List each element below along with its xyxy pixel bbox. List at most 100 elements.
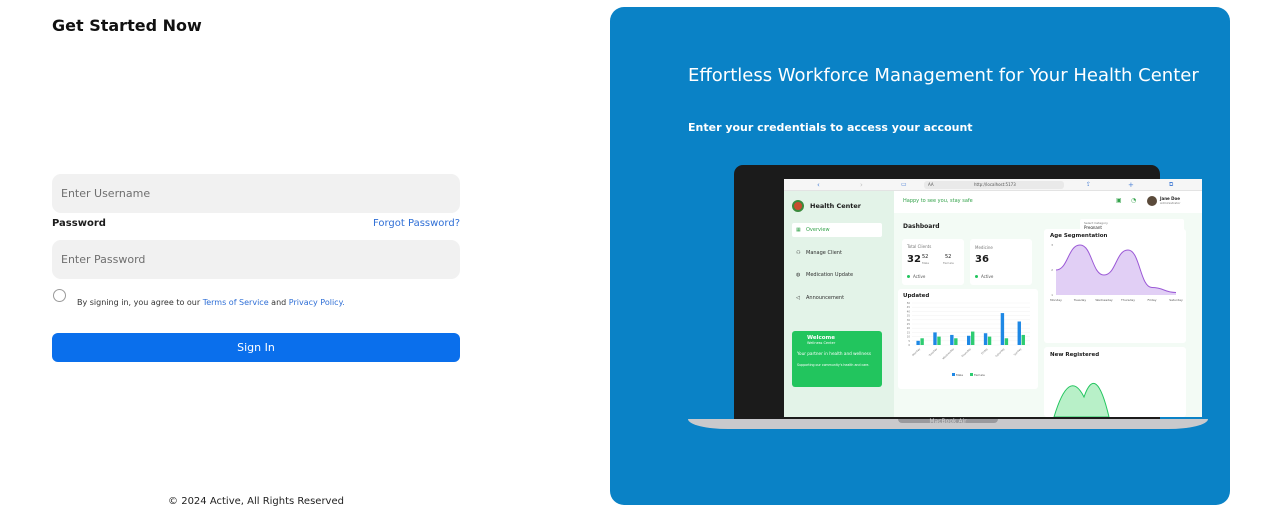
bar-female <box>971 331 975 345</box>
new-registered-chart <box>1053 383 1110 417</box>
bar-male <box>983 333 988 345</box>
x-tick-label: Wednesday <box>1095 298 1113 302</box>
nav-item-announcement: ◁ Announcement <box>792 291 882 305</box>
x-tick-label: Saturday <box>1169 298 1183 302</box>
nav-label: Overview <box>806 227 830 233</box>
bar-female <box>987 336 992 345</box>
bar-female <box>937 336 941 345</box>
bar-male <box>950 334 954 345</box>
x-tick-label: Tuesday <box>1073 298 1086 302</box>
y-tick-label: 2 <box>1051 268 1053 272</box>
age-segmentation-chart: 1 2 3 Monday Tuesday Wednesday Thursday Friday S… <box>1050 243 1183 302</box>
x-tick-label: Thursday <box>1120 298 1135 302</box>
sign-in-button[interactable]: Sign In <box>52 333 460 362</box>
total-clients-card: Total Clients 32 52 Male 52 Female Activ… <box>902 239 964 285</box>
user-role: Administrator <box>1160 201 1181 205</box>
welcome-subtitle: Wellness Center <box>807 341 836 345</box>
x-tick-label: Sunday <box>1013 347 1023 357</box>
y-tick-label: 30 <box>907 318 911 322</box>
bell-icon: ◔ <box>1131 197 1137 204</box>
new-registered-area <box>1053 383 1110 417</box>
browser-bar: ‹ › ▭ AA http://localhost:5173 ⇪ + ⧉ <box>784 179 1202 191</box>
y-tick-label: 50 <box>907 301 911 305</box>
y-tick-label: 1 <box>1051 293 1053 297</box>
bar-female <box>1004 338 1009 345</box>
share-icon: ⇪ <box>1086 181 1092 188</box>
panel-subtitle: Enter your credentials to access your ac… <box>688 121 973 134</box>
nav-label: Manage Client <box>806 250 842 256</box>
area-fill <box>1056 245 1176 295</box>
y-tick-label: 40 <box>907 309 911 313</box>
greeting-text: Happy to see you, stay safe <box>903 198 973 204</box>
terms-checkbox[interactable] <box>53 289 66 302</box>
x-tick-label: Friday <box>1147 298 1156 302</box>
y-tick-label: 5 <box>908 339 910 343</box>
medicine-status: Active <box>975 274 993 279</box>
dashboard-title: Dashboard <box>903 223 940 230</box>
page-title: Get Started Now <box>52 16 202 35</box>
y-tick-label: 10 <box>907 335 911 339</box>
new-tab-icon: + <box>1128 181 1134 189</box>
app-sidebar: Health Center ▦ Overview ⚇ Manage Client… <box>784 191 894 417</box>
legend-label: Female <box>974 373 985 377</box>
nav-label: Medication Update <box>806 272 854 278</box>
bar-male <box>933 332 937 345</box>
privacy-policy-link[interactable]: Privacy Policy. <box>289 298 345 307</box>
x-tick-label: Monday <box>911 347 921 357</box>
health-center-logo <box>792 200 804 212</box>
url-text: http://localhost:5173 <box>974 182 1016 187</box>
terms-of-service-link[interactable]: Terms of Service <box>203 298 269 307</box>
terms-prefix: By signing in, you agree to our <box>77 298 201 307</box>
legend-swatch <box>952 373 955 376</box>
app-topbar: Happy to see you, stay safe ▣ ◔ Jane Doe… <box>894 191 1202 213</box>
forward-icon: › <box>860 181 863 189</box>
total-clients-female-label: Female <box>943 261 954 265</box>
y-tick-label: 0 <box>908 343 910 347</box>
welcome-tagline: Your partner in health and wellness <box>797 351 872 356</box>
new-registered-card: New Registered <box>1044 347 1186 417</box>
panel-title: Effortless Workforce Management for Your… <box>688 65 1199 86</box>
y-tick-label: 25 <box>907 322 911 326</box>
password-input[interactable] <box>52 240 460 279</box>
calendar-icon: ▣ <box>1116 197 1122 204</box>
total-clients-label: Total Clients <box>907 244 932 249</box>
y-tick-label: 35 <box>907 314 911 318</box>
footer-copyright: © 2024 Active, All Rights Reserved <box>168 496 344 507</box>
bar-male <box>916 340 920 345</box>
bar-male <box>1000 313 1005 345</box>
forgot-password-link[interactable]: Forgot Password? <box>373 218 460 229</box>
megaphone-icon: ◁ <box>796 295 800 301</box>
x-tick-label: Thursday <box>960 347 972 359</box>
legend-label: Male <box>956 373 963 377</box>
nav-item-medication-update: ◍ Medication Update <box>792 268 882 282</box>
app-name: Health Center <box>810 202 861 210</box>
welcome-card: Welcome Wellness Center Your partner in … <box>792 331 882 387</box>
app-main: Happy to see you, stay safe ▣ ◔ Jane Doe… <box>894 191 1202 417</box>
avatar <box>1147 196 1157 206</box>
y-tick-label: 15 <box>907 330 911 334</box>
laptop-brand: MacBook Air <box>929 418 967 425</box>
x-tick-label: Monday <box>1050 298 1062 302</box>
laptop-bezel: ‹ › ▭ AA http://localhost:5173 ⇪ + ⧉ Hea… <box>734 165 1202 421</box>
username-input[interactable] <box>52 174 460 213</box>
bar-female <box>954 338 958 345</box>
promo-panel: Effortless Workforce Management for Your… <box>610 7 1230 505</box>
terms-text: By signing in, you agree to our Terms of… <box>77 298 345 307</box>
y-tick-label: 20 <box>907 326 911 330</box>
bar-male <box>1017 321 1021 345</box>
medicine-label: Medicine <box>975 245 993 250</box>
updated-bar-chart: 05101520253035404550 Monday Tuesday Wednesd… <box>907 301 1030 377</box>
legend-swatch <box>970 373 973 376</box>
password-label: Password <box>52 218 106 229</box>
book-icon: ▭ <box>901 181 907 188</box>
medicine-value: 36 <box>975 254 989 265</box>
bar-male <box>967 335 971 345</box>
welcome-note: Supporting our community's health and ca… <box>797 363 870 367</box>
back-icon: ‹ <box>817 181 820 189</box>
url-prefix: AA <box>928 182 934 187</box>
grid-icon: ▦ <box>796 227 801 233</box>
users-icon: ⚇ <box>796 250 801 256</box>
terms-and: and <box>271 298 287 307</box>
age-segmentation-card: Age Segmentation 1 2 3 Monday Tuesday Wednesd… <box>1044 229 1186 343</box>
total-clients-value: 32 <box>907 254 921 265</box>
